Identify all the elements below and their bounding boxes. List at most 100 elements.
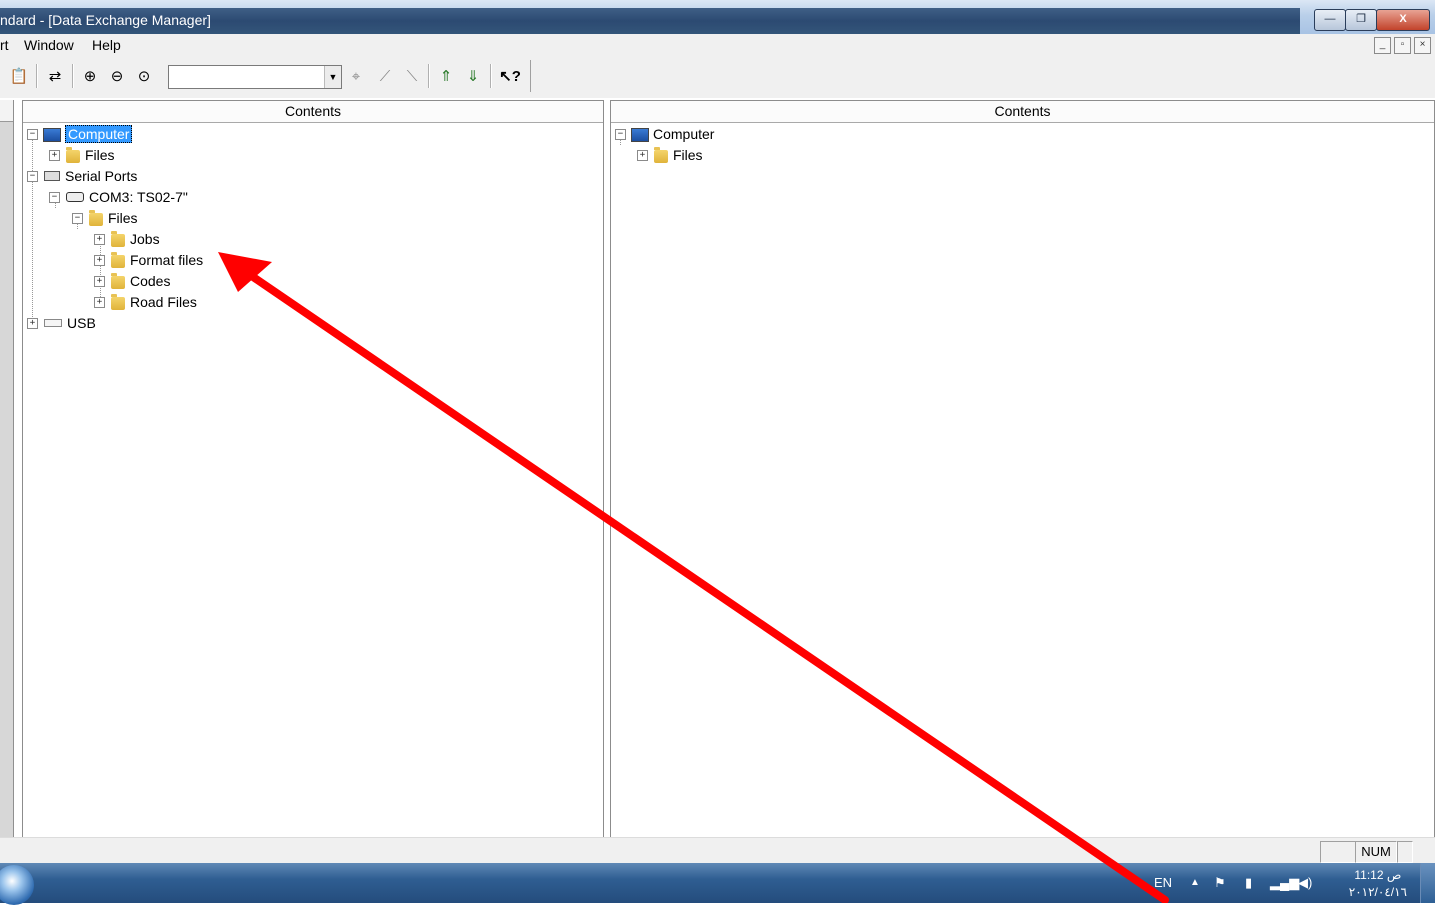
- paste-icon[interactable]: 📋: [9, 66, 29, 86]
- tree-item-com3-files[interactable]: − Files: [72, 208, 138, 228]
- device-icon: [66, 192, 84, 202]
- volume-icon[interactable]: ◀): [1298, 875, 1312, 891]
- language-indicator[interactable]: EN: [1154, 875, 1172, 890]
- folder-icon: [66, 146, 80, 163]
- minimize-button[interactable]: —: [1314, 9, 1346, 31]
- toolbar-separator: [36, 64, 38, 88]
- collapse-icon[interactable]: −: [49, 191, 60, 203]
- toolbar-separator: [72, 64, 74, 88]
- expand-icon[interactable]: +: [94, 275, 105, 287]
- computer-icon: [43, 127, 61, 142]
- start-button[interactable]: [0, 865, 34, 905]
- folder-icon: [111, 272, 125, 289]
- action-center-icon[interactable]: ⚑: [1214, 875, 1226, 891]
- menu-item-report[interactable]: rt: [0, 37, 9, 53]
- tree-item-label: USB: [67, 315, 96, 331]
- expand-icon[interactable]: +: [27, 317, 38, 329]
- folder-icon: [111, 230, 125, 247]
- taskbar: EN ▲ ⚑ ▮ ▂▄▆ ◀) 11:12 ص ٢٠١٢/٠٤/١٦: [0, 863, 1435, 905]
- tree-item-label: Files: [85, 147, 115, 163]
- tree-item-road-files[interactable]: + Road Files: [94, 292, 197, 312]
- folder-icon: [89, 209, 103, 226]
- transfer-icon[interactable]: ⇄: [45, 66, 65, 86]
- zoom-in-icon[interactable]: ⊕: [80, 66, 100, 86]
- zoom-out-icon[interactable]: ⊖: [107, 66, 127, 86]
- collapse-icon[interactable]: −: [72, 212, 83, 224]
- tree-item-label: Computer: [65, 125, 133, 143]
- network-icon[interactable]: ▂▄▆: [1270, 875, 1299, 891]
- zoom-extent-icon[interactable]: ⊙: [134, 66, 154, 86]
- upload-icon[interactable]: ⇑: [436, 66, 456, 86]
- tree-item-jobs[interactable]: + Jobs: [94, 229, 160, 249]
- side-panel-header: [0, 100, 13, 122]
- measure-icon[interactable]: ⟋: [375, 66, 395, 86]
- restore-button[interactable]: ❐: [1345, 9, 1377, 31]
- tree-item-label: Computer: [653, 126, 715, 142]
- tree-item-label: Codes: [130, 273, 171, 289]
- tree-item-label: COM3: TS02-7": [89, 189, 188, 205]
- title-bar: ndard - [Data Exchange Manager] — ❐ X: [0, 0, 1435, 34]
- toolbar-separator: [428, 64, 430, 88]
- measure-alt-icon[interactable]: ⟍: [402, 66, 422, 86]
- clock-time: 11:12 ص: [1354, 868, 1402, 882]
- tree-item-computer-files[interactable]: + Files: [49, 145, 115, 165]
- status-bar: NUM: [0, 837, 1435, 864]
- show-desktop-button[interactable]: [1420, 863, 1435, 903]
- left-contents-pane: Contents − Computer + Files − Serial Por…: [22, 100, 604, 839]
- tree-item-format-files[interactable]: + Format files: [94, 250, 203, 270]
- mdi-restore-button[interactable]: ▫: [1394, 37, 1411, 54]
- menu-item-window[interactable]: Window: [24, 37, 74, 53]
- status-cell-blank: [1320, 841, 1356, 863]
- tree-item-computer[interactable]: − Computer: [27, 124, 133, 144]
- toolbar-combo[interactable]: ▼: [168, 65, 342, 89]
- tree-item-label: Files: [108, 210, 138, 226]
- folder-icon: [654, 146, 668, 163]
- folder-icon: [111, 293, 125, 310]
- tree-item-usb[interactable]: + USB: [27, 313, 96, 333]
- toolbar: 📋 ⇄ ⊕ ⊖ ⊙ ▼ ⌖ ⟋ ⟍ ⇑ ⇓ ↖?: [0, 56, 1435, 98]
- clock-date: ٢٠١٢/٠٤/١٦: [1348, 885, 1407, 899]
- chevron-down-icon[interactable]: ▼: [324, 66, 341, 88]
- window-title: ndard - [Data Exchange Manager]: [0, 12, 211, 28]
- collapsed-side-panel: [0, 100, 14, 837]
- mdi-close-button[interactable]: ×: [1414, 37, 1431, 54]
- computer-icon: [631, 127, 649, 142]
- close-button[interactable]: X: [1376, 9, 1430, 31]
- folder-icon: [111, 251, 125, 268]
- collapse-icon[interactable]: −: [27, 170, 38, 182]
- tree-item-label: Files: [673, 147, 703, 163]
- tree-item-label: Road Files: [130, 294, 197, 310]
- menu-item-help[interactable]: Help: [92, 37, 121, 53]
- usb-icon: [44, 319, 62, 327]
- clock[interactable]: 11:12 ص ٢٠١٢/٠٤/١٦: [1349, 867, 1407, 901]
- tree-connector: [32, 135, 33, 325]
- help-pointer-icon[interactable]: ↖?: [499, 66, 521, 86]
- serial-port-icon: [44, 171, 60, 181]
- left-pane-header[interactable]: Contents: [23, 101, 603, 123]
- right-contents-pane: Contents − Computer + Files: [610, 100, 1435, 839]
- mdi-minimize-button[interactable]: _: [1374, 37, 1391, 54]
- tree-item-label: Jobs: [130, 231, 160, 247]
- menu-bar: rt Window Help _ ▫ ×: [0, 34, 1435, 57]
- tree-item-computer[interactable]: − Computer: [615, 124, 714, 144]
- battery-icon[interactable]: ▮: [1245, 875, 1252, 891]
- expand-icon[interactable]: +: [94, 296, 105, 308]
- expand-icon[interactable]: +: [49, 149, 60, 161]
- tree-item-files[interactable]: + Files: [637, 145, 703, 165]
- right-pane-header[interactable]: Contents: [611, 101, 1434, 123]
- expand-icon[interactable]: +: [637, 149, 648, 161]
- tree-item-com3[interactable]: − COM3: TS02-7": [49, 187, 188, 207]
- target-icon[interactable]: ⌖: [346, 66, 366, 86]
- expand-icon[interactable]: +: [94, 233, 105, 245]
- tree-item-label: Serial Ports: [65, 168, 138, 184]
- collapse-icon[interactable]: −: [615, 128, 626, 140]
- show-hidden-icons-button[interactable]: ▲: [1190, 877, 1200, 888]
- expand-icon[interactable]: +: [94, 254, 105, 266]
- download-icon[interactable]: ⇓: [463, 66, 483, 86]
- toolbar-separator: [490, 64, 492, 88]
- tree-item-codes[interactable]: + Codes: [94, 271, 170, 291]
- tree-item-serial-ports[interactable]: − Serial Ports: [27, 166, 137, 186]
- num-lock-indicator: NUM: [1355, 841, 1397, 863]
- status-cell-blank: [1397, 841, 1413, 863]
- collapse-icon[interactable]: −: [27, 128, 38, 140]
